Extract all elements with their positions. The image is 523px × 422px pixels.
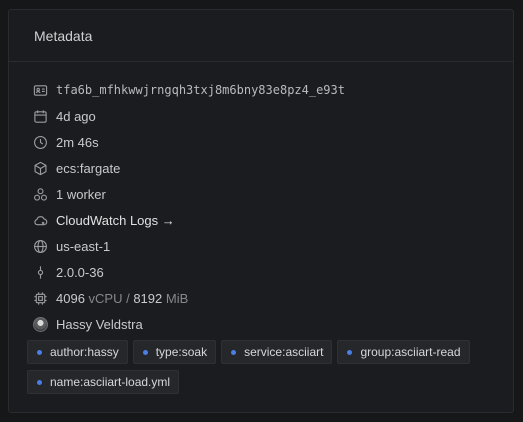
metadata-row-duration: 2m 46s <box>32 129 492 155</box>
user-avatar-image <box>32 316 48 332</box>
metadata-row-date: 4d ago <box>32 103 492 129</box>
run-version: 2.0.0-36 <box>56 264 104 280</box>
run-platform: ecs:fargate <box>56 160 121 176</box>
metadata-panel: Metadata tfa6b_mfhkwwjrngqh3txj8m6bny83e… <box>8 9 514 413</box>
run-duration: 2m 46s <box>56 134 99 150</box>
memory-value: 8192 <box>133 290 163 306</box>
tag-dot <box>347 349 353 355</box>
run-region: us-east-1 <box>56 238 111 254</box>
worker-count: 1 worker <box>56 186 106 202</box>
clock-icon <box>32 134 48 150</box>
tag-label: group:asciiart-read <box>360 345 461 359</box>
tag[interactable]: service:asciiart <box>221 340 333 364</box>
avatar <box>32 316 48 332</box>
metadata-row-region: us-east-1 <box>32 233 492 259</box>
tag-dot <box>37 379 42 385</box>
commit-icon <box>32 264 48 280</box>
globe-icon <box>32 238 48 254</box>
metadata-row-platform: ecs:fargate <box>32 155 492 181</box>
run-date: 4d ago <box>56 108 96 124</box>
cloudwatch-logs-link[interactable]: CloudWatch Logs → <box>56 213 175 228</box>
tag-label: author:hassy <box>50 345 119 359</box>
cloud-icon <box>32 212 48 228</box>
cpu-icon <box>32 290 48 306</box>
panel-title: Metadata <box>9 10 513 62</box>
id-card-icon <box>32 82 48 98</box>
cube-icon <box>32 160 48 176</box>
metadata-list: tfa6b_mfhkwwjrngqh3txj8m6bny83e8pz4_e93t… <box>32 77 492 337</box>
tag-dot <box>142 349 148 355</box>
workers-icon <box>32 186 48 202</box>
tag-label: type:soak <box>155 345 208 359</box>
metadata-row-workers: 1 worker <box>32 181 492 207</box>
memory-unit: MiB <box>162 290 189 306</box>
run-id: tfa6b_mfhkwwjrngqh3txj8m6bny83e8pz4_e93t <box>56 83 345 97</box>
tag-label: name:asciiart-load.yml <box>50 375 171 389</box>
metadata-row-id: tfa6b_mfhkwwjrngqh3txj8m6bny83e8pz4_e93t <box>32 77 492 103</box>
tag[interactable]: group:asciiart-read <box>337 340 470 364</box>
tag[interactable]: name:asciiart-load.yml <box>27 370 180 394</box>
metadata-row-logs[interactable]: CloudWatch Logs → <box>32 207 492 233</box>
metadata-row-resources: 4096 vCPU / 8192 MiB <box>32 285 492 311</box>
tag-dot <box>231 349 237 355</box>
tag-label: service:asciiart <box>244 345 324 359</box>
run-resources: 4096 vCPU / 8192 MiB <box>56 291 188 306</box>
metadata-row-user: Hassy Veldstra <box>32 311 492 337</box>
tag-dot <box>37 349 42 355</box>
metadata-row-version: 2.0.0-36 <box>32 259 492 285</box>
cpu-value: 4096 <box>56 290 85 306</box>
tag[interactable]: type:soak <box>132 340 217 364</box>
tag[interactable]: author:hassy <box>27 340 128 364</box>
user-name: Hassy Veldstra <box>56 316 143 332</box>
calendar-icon <box>32 108 48 124</box>
tag-list: author:hassy type:soak service:asciiart … <box>27 340 497 394</box>
cpu-unit: vCPU / <box>84 290 134 306</box>
